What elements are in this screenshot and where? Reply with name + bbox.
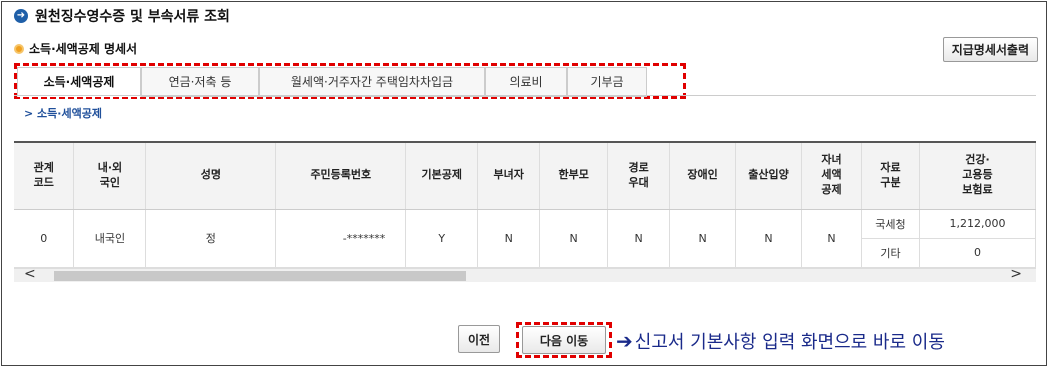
col-relation-code: 관계 코드	[14, 143, 75, 210]
cell-rrn: -*******	[275, 209, 407, 268]
scroll-right-icon[interactable]: >	[1010, 266, 1022, 282]
cell-insurance-nts: 1,212,000	[919, 209, 1036, 239]
next-button[interactable]: 다음 이동	[522, 326, 606, 354]
annotation-text: 신고서 기본사항 입력 화면으로 바로 이동	[634, 332, 945, 353]
col-name: 성명	[145, 143, 277, 210]
section-title-text: 소득·세액공제 명세서	[29, 42, 138, 56]
col-nationality: 내·외 국인	[73, 143, 147, 210]
page-title: ➜ 원천징수영수증 및 부속서류 조회	[14, 6, 230, 26]
right-arrow-icon: ➔	[616, 329, 633, 353]
prev-button[interactable]: 이전	[458, 325, 500, 353]
table-header-row: 관계 코드 내·외 국인 성명 주민등록번호 기본공제 부녀자 한부모 경로 우대 장…	[14, 143, 1036, 210]
sub-section-link[interactable]: > 소득·세액공제	[24, 105, 102, 121]
tab-bar: 소득·세액공제 연금·저축 등 월세액·거주자간 주택임차차입금 의료비 기부금	[17, 67, 647, 97]
tab-income-deduction[interactable]: 소득·세액공제	[17, 67, 141, 97]
cell-name: 정	[145, 209, 277, 268]
col-basic: 기본공제	[405, 143, 479, 210]
col-elderly: 경로 우대	[607, 143, 671, 210]
cell-source-other: 기타	[861, 238, 920, 268]
next-highlight-box: 다음 이동	[516, 322, 612, 358]
table-row: 0 내국인 정 -******* Y N N N N N N 국세청 1,212…	[14, 209, 1036, 268]
tab-highlight-box: 소득·세액공제 연금·저축 등 월세액·거주자간 주택임차차입금 의료비 기부금	[14, 63, 686, 99]
col-single-parent: 한부모	[539, 143, 609, 210]
col-disabled: 장애인	[669, 143, 737, 210]
scroll-left-icon[interactable]: <	[24, 266, 36, 282]
col-insurance: 건강· 고용등 보험료	[919, 143, 1036, 210]
cell-basic: Y	[405, 209, 479, 268]
cell-woman: N	[477, 209, 541, 268]
cell-source-nts: 국세청	[861, 209, 920, 239]
cell-disabled: N	[669, 209, 737, 268]
col-woman: 부녀자	[477, 143, 541, 210]
circle-arrow-icon: ➜	[14, 9, 28, 23]
cell-nationality: 내국인	[73, 209, 147, 268]
section-title: 소득·세액공제 명세서	[14, 40, 137, 57]
col-child-credit: 자녀 세액 공제	[801, 143, 862, 210]
annotation: ➔ 신고서 기본사항 입력 화면으로 바로 이동	[616, 328, 945, 354]
horizontal-scrollbar[interactable]: < >	[14, 266, 1036, 282]
cell-child-credit: N	[801, 209, 862, 268]
tab-underline	[14, 95, 1036, 96]
bullet-icon	[14, 43, 24, 54]
cell-code: 0	[14, 209, 75, 268]
tab-medical[interactable]: 의료비	[485, 67, 567, 97]
col-source: 자료 구분	[861, 143, 920, 210]
page-title-text: 원천징수영수증 및 부속서류 조회	[35, 9, 230, 25]
col-birth-adopt: 출산입양	[735, 143, 802, 210]
cell-birth-adopt: N	[735, 209, 802, 268]
scroll-thumb[interactable]	[54, 271, 466, 281]
cell-elderly: N	[607, 209, 671, 268]
tab-donation[interactable]: 기부금	[567, 67, 647, 97]
tab-monthly-rent[interactable]: 월세액·거주자간 주택임차차입금	[259, 67, 485, 97]
deduction-table: 관계 코드 내·외 국인 성명 주민등록번호 기본공제 부녀자 한부모 경로 우대 장…	[14, 143, 1036, 268]
col-rrn: 주민등록번호	[275, 143, 407, 210]
print-statement-button[interactable]: 지급명세서출력	[942, 37, 1038, 62]
tab-pension-savings[interactable]: 연금·저축 등	[141, 67, 259, 97]
cell-insurance-other: 0	[919, 238, 1036, 268]
cell-single-parent: N	[539, 209, 609, 268]
deduction-table-wrap: 관계 코드 내·외 국인 성명 주민등록번호 기본공제 부녀자 한부모 경로 우대 장…	[14, 141, 1036, 268]
